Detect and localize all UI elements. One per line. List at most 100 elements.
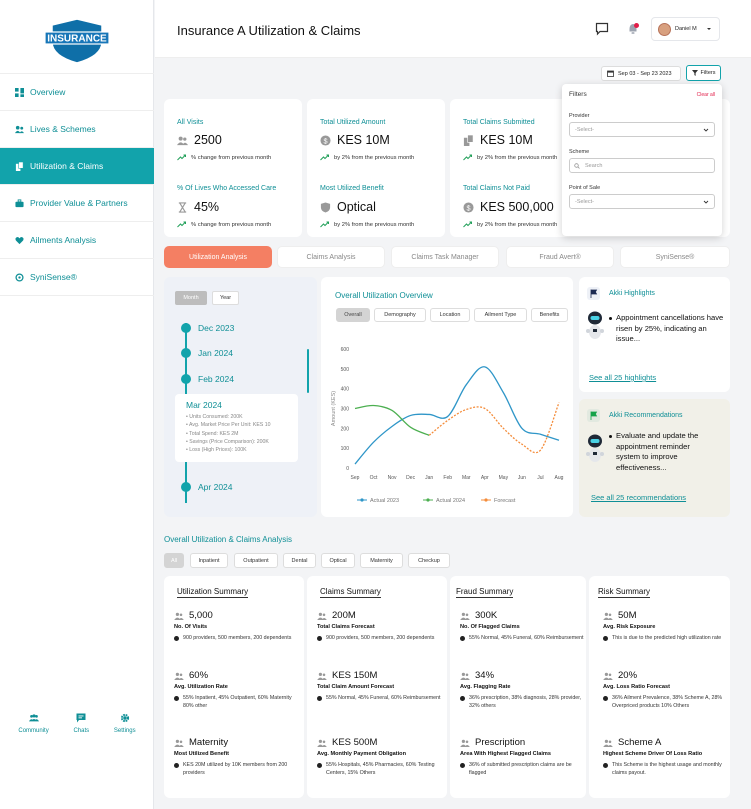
sidebar-item-provider-value[interactable]: Provider Value & Partners: [0, 185, 154, 222]
y-tick-label: 0: [346, 466, 349, 472]
stat-value: 2500: [177, 133, 222, 147]
timeline-month[interactable]: Apr 2024: [198, 482, 233, 492]
year-toggle[interactable]: Year: [212, 291, 239, 305]
chart-tab-ailment-type[interactable]: Ailment Type: [474, 308, 527, 322]
trend-up-icon: [463, 154, 472, 161]
metric-label: Highest Scheme Driver Of Loss Ratio: [603, 751, 703, 757]
briefcase-icon: [15, 198, 24, 207]
summary-title: Fraud Summary: [456, 587, 514, 598]
metric-value: KES 500M: [317, 737, 445, 748]
users-icon: [603, 672, 613, 680]
timeline-scrollbar[interactable]: [307, 349, 309, 393]
sidebar-item-label: Ailments Analysis: [30, 235, 97, 245]
timeline-dot[interactable]: [181, 323, 191, 333]
y-tick-label: 400: [341, 387, 350, 393]
legend-label: Actual 2023: [370, 498, 399, 504]
scheme-search-input[interactable]: Search: [569, 158, 715, 173]
tab-synisense[interactable]: SyniSense®: [620, 246, 730, 268]
scheme-label: Scheme: [569, 149, 590, 155]
timeline-detail-card: Mar 2024 • Units Consumed: 200K • Avg. M…: [175, 394, 298, 462]
chip-outpatient[interactable]: Outpatient: [234, 553, 278, 568]
metric-value-text: 5,000: [189, 610, 213, 621]
chart-tab-demography[interactable]: Demography: [374, 308, 426, 322]
grid-icon: [15, 87, 24, 97]
metric-desc: 36% of submitted prescription claims are…: [460, 762, 588, 777]
sidebar-item-label: Provider Value & Partners: [30, 198, 128, 208]
chart-tab-overall[interactable]: Overall: [336, 308, 370, 322]
stat-change: by 2% from the previous month: [320, 154, 414, 161]
provider-select[interactable]: -Select-: [569, 122, 715, 137]
shield-icon: [320, 201, 331, 213]
metric-value-text: 34%: [475, 670, 495, 681]
filter-icon: [691, 70, 698, 76]
akki-highlights-card: Akki Highlights Appointment cancellation…: [579, 277, 730, 392]
sidebar: INSURANCE Overview Lives & Schemes Utili…: [0, 0, 154, 809]
metric-value: 5,000: [174, 610, 302, 621]
detail-line: • Total Spend: KES 2M: [186, 430, 239, 437]
insurance-logo[interactable]: INSURANCE: [44, 18, 110, 64]
akki-recommendations-card: Akki Recommendations Evaluate and update…: [579, 399, 730, 517]
chip-all[interactable]: All: [164, 553, 184, 568]
x-tick-label: Apr: [481, 475, 489, 481]
tab-claims-task-manager[interactable]: Claims Task Manager: [391, 246, 499, 268]
x-tick-label: Nov: [388, 475, 397, 481]
svg-text:$: $: [323, 136, 327, 145]
chip-optical[interactable]: Optical: [321, 553, 355, 568]
pos-label: Point of Sale: [569, 185, 601, 191]
month-toggle[interactable]: Month: [175, 291, 207, 305]
chip-inpatient[interactable]: Inpatient: [190, 553, 228, 568]
metric-value-text: KES 150M: [332, 670, 378, 681]
filters-button[interactable]: Filters: [686, 65, 721, 81]
stat-title: % Of Lives Who Accessed Care: [177, 185, 277, 192]
chart-tab-location[interactable]: Location: [430, 308, 470, 322]
sidebar-item-label: Utilization & Claims: [30, 161, 104, 171]
trend-up-icon: [177, 221, 186, 228]
chart-tab-benefits[interactable]: Benefits: [531, 308, 568, 322]
timeline-dot[interactable]: [181, 348, 191, 358]
chip-checkup[interactable]: Checkup: [408, 553, 450, 568]
metric-label: Total Claims Forecast: [317, 624, 375, 630]
sidebar-item-lives-schemes[interactable]: Lives & Schemes: [0, 111, 154, 148]
summary-metric: Scheme A Highest Scheme Driver Of Loss R…: [603, 737, 731, 777]
hourglass-icon: [178, 201, 187, 213]
clear-all-link[interactable]: Clear all: [697, 92, 715, 98]
metric-label: Total Claim Amount Forecast: [317, 684, 395, 690]
x-tick-label: Mar: [462, 475, 471, 481]
tab-utilization-analysis[interactable]: Utilization Analysis: [164, 246, 272, 268]
see-all-highlights-link[interactable]: See all 25 highlights: [589, 373, 656, 382]
docs-icon: [15, 161, 24, 171]
metric-value: 50M: [603, 610, 731, 621]
date-range-button[interactable]: Sep 03 - Sep 23 2023: [601, 66, 681, 81]
timeline-dot[interactable]: [181, 482, 191, 492]
legend-swatch-dot: [426, 498, 430, 502]
user-menu[interactable]: Daniel M: [651, 17, 720, 41]
chats-button[interactable]: Chats: [73, 713, 89, 734]
tab-claims-analysis[interactable]: Claims Analysis: [277, 246, 385, 268]
sidebar-item-overview[interactable]: Overview: [0, 74, 154, 111]
summary-metric: KES 150M Total Claim Amount Forecast 55%…: [317, 670, 445, 703]
timeline-month[interactable]: Dec 2023: [198, 323, 234, 333]
pos-select[interactable]: -Select-: [569, 194, 715, 209]
metric-desc: KES 20M utilized by 10K members from 200…: [174, 762, 302, 777]
community-button[interactable]: Community: [18, 713, 49, 734]
sidebar-item-utilization-claims[interactable]: Utilization & Claims: [0, 148, 154, 185]
see-all-recommendations-link[interactable]: See all 25 recommendations: [591, 493, 686, 502]
akki-recommendation-item: Evaluate and update the appointment remi…: [609, 431, 714, 474]
chip-dental[interactable]: Dental: [283, 553, 316, 568]
tab-fraud-avert[interactable]: Fraud Avert®: [506, 246, 614, 268]
page-title: Insurance A Utilization & Claims: [177, 23, 361, 38]
message-icon[interactable]: [595, 22, 609, 36]
settings-button[interactable]: Settings: [114, 713, 136, 734]
timeline-dot[interactable]: [181, 374, 191, 384]
analysis-tabs: Utilization Analysis Claims Analysis Cla…: [164, 246, 730, 268]
timeline-month[interactable]: Feb 2024: [198, 374, 234, 384]
metric-value-text: 50M: [618, 610, 637, 621]
chip-maternity[interactable]: Maternity: [360, 553, 403, 568]
sidebar-item-ailments-analysis[interactable]: Ailments Analysis: [0, 222, 154, 259]
metric-value: 34%: [460, 670, 588, 681]
akki-highlights-title: Akki Highlights: [609, 290, 655, 297]
metric-desc: 55% Normal, 45% Funeral, 60% Reimburseme…: [317, 695, 445, 703]
sidebar-item-synisense[interactable]: SyniSense®: [0, 259, 154, 296]
users-icon: [603, 739, 613, 747]
timeline-month[interactable]: Jan 2024: [198, 348, 233, 358]
